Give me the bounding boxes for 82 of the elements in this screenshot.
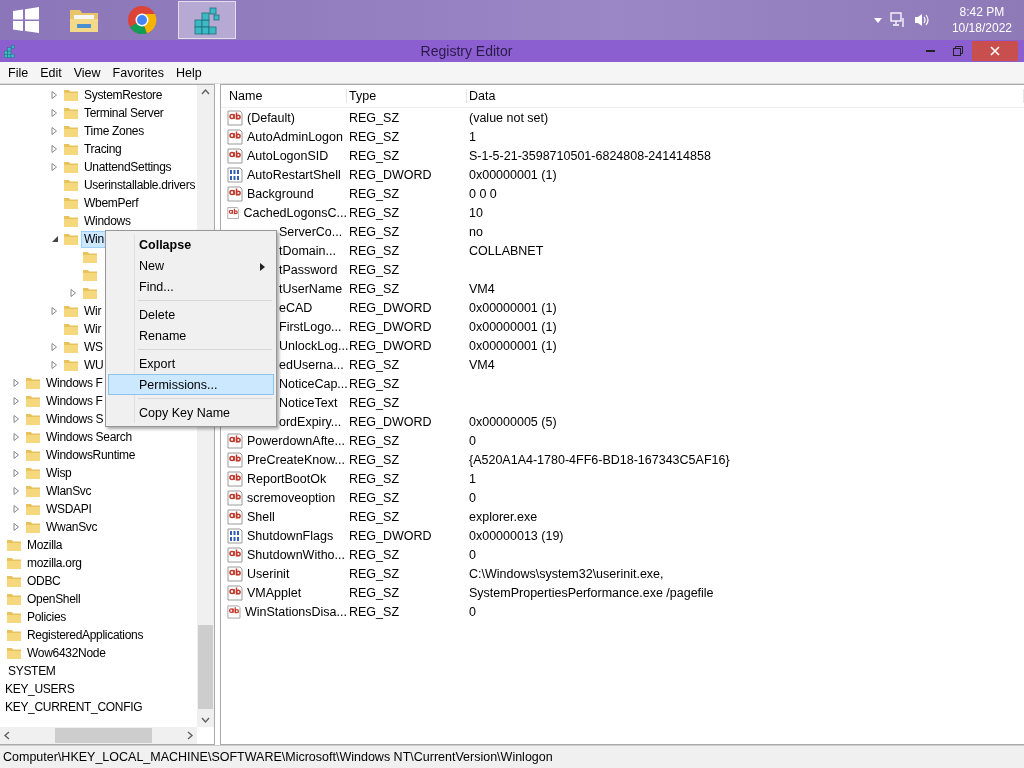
value-type: REG_SZ [348,585,400,600]
value-data: 0x00000001 (1) [468,338,558,353]
value-name: (Default) [246,110,295,125]
value-name: ShutdownWitho... [246,547,345,562]
value-type: REG_SZ [348,376,400,391]
value-data: 10 [468,205,484,220]
value-type: REG_SZ [348,205,400,220]
value-type: REG_SZ [348,433,400,448]
value-data: 0 0 0 [468,186,498,201]
value-type: REG_SZ [348,186,400,201]
clock-time: 8:42 PM [959,4,1005,20]
value-name: ordExpiry... [278,414,342,429]
value-name: AutoRestartShell [246,167,341,182]
value-type: REG_DWORD [348,338,433,353]
value-type: REG_DWORD [348,319,433,334]
value-data: 0 [468,433,477,448]
value-data: COLLABNET [468,243,545,258]
value-data: 0x00000013 (19) [468,528,565,543]
window-title: Registry Editor [419,43,514,59]
value-data: C:\Windows\system32\userinit.exe, [468,566,665,581]
value-type: REG_SZ [348,281,400,296]
value-type: REG_DWORD [348,167,433,182]
value-name: ReportBootOk [246,471,327,486]
value-type: REG_SZ [348,471,400,486]
value-name: Userinit [246,566,290,581]
value-type: REG_SZ [348,490,400,505]
value-type: REG_SZ [348,509,400,524]
value-type: REG_SZ [348,110,400,125]
value-name: VMApplet [246,585,302,600]
value-data: explorer.exe [468,509,539,524]
value-type: REG_SZ [348,604,400,619]
value-data: 0x00000001 (1) [468,319,558,334]
value-name: ShutdownFlags [246,528,334,543]
value-name: FirstLogo... [278,319,342,334]
value-name: Background [246,186,314,201]
value-type: REG_SZ [348,566,400,581]
value-data: 0 [468,547,477,562]
value-name: edUserna... [278,357,344,372]
value-name: tUserName [278,281,343,296]
value-type: REG_SZ [348,148,400,163]
value-name: PreCreateKnow... [246,452,345,467]
value-name: NoticeCap... [278,376,348,391]
value-name: NoticeText [278,395,338,410]
value-data: SystemPropertiesPerformance.exe /pagefile [468,585,715,600]
value-type: REG_SZ [348,243,400,258]
value-name: WinStationsDisa... [243,604,347,619]
value-name: tPassword [278,262,338,277]
value-type: REG_DWORD [348,414,433,429]
value-data: 0x00000001 (1) [468,167,558,182]
value-name: AutoLogonSID [246,148,329,163]
value-type: REG_SZ [348,129,400,144]
value-type: REG_DWORD [348,300,433,315]
value-data: 0 [468,490,477,505]
value-data: S-1-5-21-3598710501-6824808-241414858 [468,148,712,163]
value-data: {A520A1A4-1780-4FF6-BD18-167343C5AF16} [468,452,731,467]
value-type: REG_DWORD [348,528,433,543]
value-type: REG_SZ [348,395,400,410]
value-data: VM4 [468,281,496,296]
value-data: 0 [468,604,477,619]
value-name: eCAD [278,300,313,315]
value-name: scremoveoption [246,490,336,505]
value-data: VM4 [468,357,496,372]
value-name: AutoAdminLogon [246,129,343,144]
value-type: REG_SZ [348,357,400,372]
value-name: Shell [246,509,275,524]
value-type: REG_SZ [348,452,400,467]
value-name: CachedLogonsC... [242,205,347,220]
value-data: 1 [468,129,477,144]
value-data: 0x00000001 (1) [468,300,558,315]
value-type: REG_SZ [348,262,400,277]
value-name: PowerdownAfte... [246,433,345,448]
value-data: 1 [468,471,477,486]
value-data: no [468,224,484,239]
value-name: ServerCo... [278,224,343,239]
value-type: REG_SZ [348,547,400,562]
value-name: tDomain... [278,243,336,258]
value-data: (value not set) [468,110,550,125]
value-data: 0x00000005 (5) [468,414,558,429]
key-path: Computer\HKEY_LOCAL_MACHINE\SOFTWARE\Microsoft\Windows NT\CurrentVersion\Winlogon [3,750,553,764]
value-type: REG_SZ [348,224,400,239]
value-name: UnlockLog... [278,338,349,353]
clock-date: 10/18/2022 [951,20,1012,36]
